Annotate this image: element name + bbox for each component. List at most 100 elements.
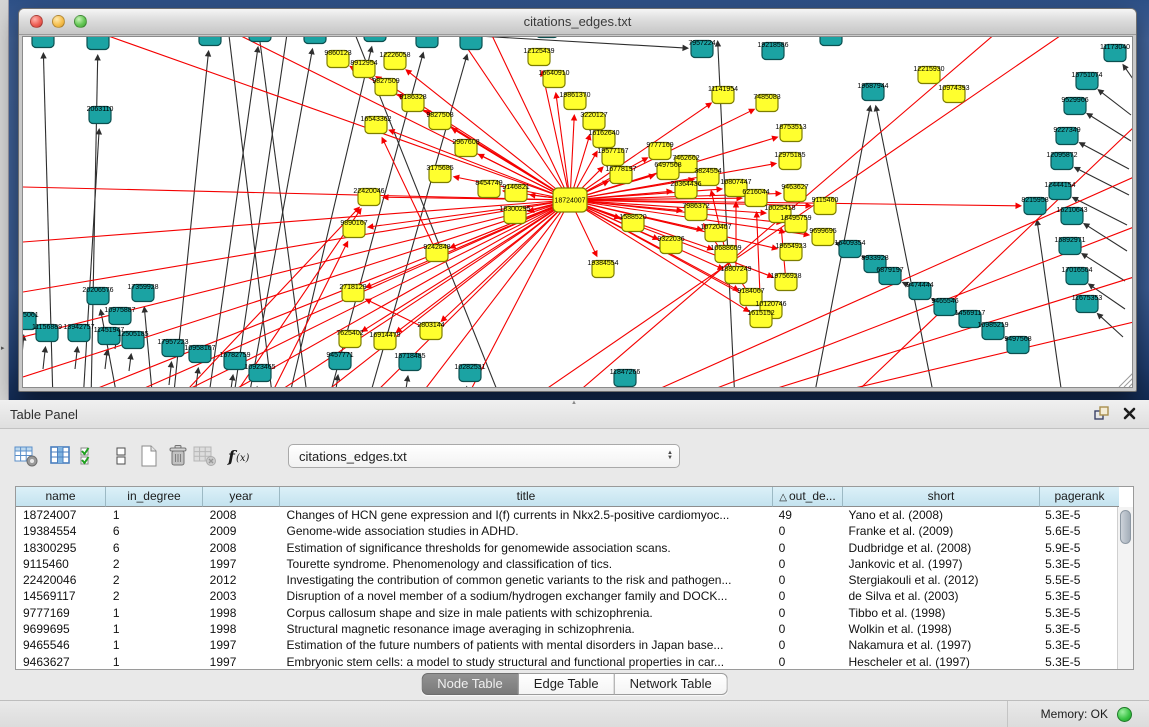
- close-panel-icon[interactable]: [1123, 407, 1136, 425]
- node-label: 10720407: [700, 224, 731, 231]
- cell-in_degree: 6: [106, 523, 203, 539]
- node-label: 7625402: [336, 330, 363, 337]
- row-options-icon[interactable]: [108, 443, 134, 469]
- table-row[interactable]: 1938455462009Genome-wide association stu…: [16, 523, 1117, 539]
- edge-arrowhead-icon: [462, 386, 468, 388]
- column-header-name[interactable]: name: [16, 487, 106, 507]
- zoom-window-icon[interactable]: [74, 15, 87, 28]
- network-edge: [23, 337, 24, 367]
- cell-short: Wolkin et al. (1998): [841, 621, 1038, 637]
- column-header-in_degree[interactable]: in_degree: [106, 487, 203, 507]
- table-scrollbar[interactable]: [1117, 507, 1133, 669]
- node-label: 11675353: [1072, 295, 1103, 302]
- network-node[interactable]: [416, 37, 438, 48]
- table-row[interactable]: 946362711997Embryonic stem cells: a mode…: [16, 654, 1117, 669]
- network-node[interactable]: [304, 37, 326, 44]
- function-builder-icon[interactable]: f(x): [227, 443, 253, 469]
- cell-year: 2008: [203, 540, 280, 556]
- network-edge: [413, 200, 570, 388]
- window-titlebar[interactable]: citations_edges.txt: [19, 9, 1136, 35]
- table-settings-icon[interactable]: [14, 443, 40, 469]
- table-panel-header: ▲ Table Panel: [0, 400, 1149, 429]
- column-header-short[interactable]: short: [843, 487, 1040, 507]
- edge-arrowhead-icon: [866, 105, 872, 112]
- node-label: 16782759: [219, 352, 250, 359]
- node-label: 7462662: [672, 155, 699, 162]
- float-panel-icon[interactable]: [1094, 406, 1110, 426]
- network-node[interactable]: [32, 37, 54, 48]
- table-row[interactable]: 2242004622012Investigating the contribut…: [16, 572, 1117, 588]
- node-label: 9322036: [657, 236, 684, 243]
- node-label: 15751074: [1071, 72, 1102, 79]
- cell-short: Franke et al. (2009): [841, 523, 1038, 539]
- node-label: 15718485: [394, 353, 425, 360]
- node-label: 8186328: [399, 94, 426, 101]
- table-row[interactable]: 969969511998Structural magnetic resonanc…: [16, 621, 1117, 637]
- edge-arrowhead-icon: [775, 190, 782, 196]
- cell-name: 9699695: [16, 621, 106, 637]
- create-column-icon[interactable]: [136, 443, 162, 469]
- tab-edge-table[interactable]: Edge Table: [519, 673, 615, 695]
- column-header-pagerank[interactable]: pagerank: [1040, 487, 1119, 507]
- node-label: 12226058: [379, 52, 410, 59]
- splitter-arrow-icon[interactable]: ▲: [571, 400, 577, 406]
- node-label: 18724007: [554, 198, 585, 205]
- node-label: 12975185: [774, 152, 805, 159]
- network-node[interactable]: [249, 37, 271, 42]
- network-node[interactable]: [364, 37, 386, 42]
- edge-arrowhead-icon: [1083, 223, 1090, 229]
- edge-arrowhead-icon: [229, 374, 235, 381]
- column-header-title[interactable]: title: [280, 487, 773, 507]
- tab-node-table[interactable]: Node Table: [421, 673, 519, 695]
- close-window-icon[interactable]: [30, 15, 43, 28]
- show-column-icon[interactable]: [49, 443, 75, 469]
- network-node[interactable]: [536, 37, 558, 38]
- network-node[interactable]: [820, 37, 842, 46]
- node-label: 22420046: [353, 188, 384, 195]
- import-table-icon[interactable]: [192, 443, 218, 469]
- edge-arrowhead-icon: [367, 223, 374, 229]
- node-label: 16210643: [1056, 207, 1087, 214]
- table-row[interactable]: 1872400712008Changes of HCN gene express…: [16, 507, 1117, 523]
- tab-network-table[interactable]: Network Table: [615, 673, 728, 695]
- network-canvas[interactable]: 1872400798601238912954122260589827509818…: [22, 36, 1133, 388]
- table-selector-dropdown[interactable]: citations_edges.txt ▲▼: [288, 444, 680, 468]
- network-edge: [1100, 91, 1131, 115]
- network-edge: [364, 200, 570, 330]
- cell-out_de: 0: [772, 523, 842, 539]
- cell-name: 9465546: [16, 637, 106, 653]
- network-node[interactable]: [199, 37, 221, 46]
- table-row[interactable]: 946554611997Estimation of the future num…: [16, 637, 1117, 653]
- node-label: 12125439: [523, 48, 554, 55]
- delete-column-icon[interactable]: [165, 443, 191, 469]
- cell-year: 1997: [203, 556, 280, 572]
- sort-ascending-icon: △: [779, 492, 787, 503]
- column-header-out_de[interactable]: △out_de...: [773, 487, 843, 507]
- cell-title: Investigating the contribution of common…: [280, 572, 772, 588]
- table-row[interactable]: 1830029562008Estimation of significance …: [16, 540, 1117, 556]
- table-header-row: namein_degreeyeartitle△out_de...shortpag…: [16, 487, 1133, 507]
- minimize-window-icon[interactable]: [52, 15, 65, 28]
- resize-grip-icon[interactable]: [1119, 373, 1133, 387]
- select-columns-icon[interactable]: [78, 443, 104, 469]
- node-label: 7957224: [688, 40, 715, 47]
- node-label: 2967608: [452, 139, 479, 146]
- cell-in_degree: 1: [106, 621, 203, 637]
- table-row[interactable]: 977716911998Corpus callosum shape and si…: [16, 605, 1117, 621]
- edge-arrowhead-icon: [666, 188, 673, 194]
- cell-in_degree: 1: [106, 605, 203, 621]
- table-row[interactable]: 1456911722003Disruption of a novel membe…: [16, 588, 1117, 604]
- memory-ok-icon[interactable]: [1117, 707, 1132, 722]
- column-header-year[interactable]: year: [203, 487, 280, 507]
- node-label: 12444154: [1044, 182, 1075, 189]
- table-panel-title: Table Panel: [10, 400, 78, 429]
- node-label: 9242848: [423, 244, 450, 251]
- cell-year: 2003: [203, 588, 280, 604]
- cell-pagerank: 5.5E-5: [1038, 572, 1117, 588]
- scrollbar-thumb[interactable]: [1120, 510, 1131, 544]
- collapsed-control-panel-strip[interactable]: ▸: [0, 0, 9, 400]
- table-row[interactable]: 911546021997Tourette syndrome. Phenomeno…: [16, 556, 1117, 572]
- expand-panel-arrow-icon[interactable]: ▸: [1, 344, 5, 352]
- node-label: 16778197: [605, 166, 636, 173]
- status-bar: Memory: OK: [0, 700, 1149, 727]
